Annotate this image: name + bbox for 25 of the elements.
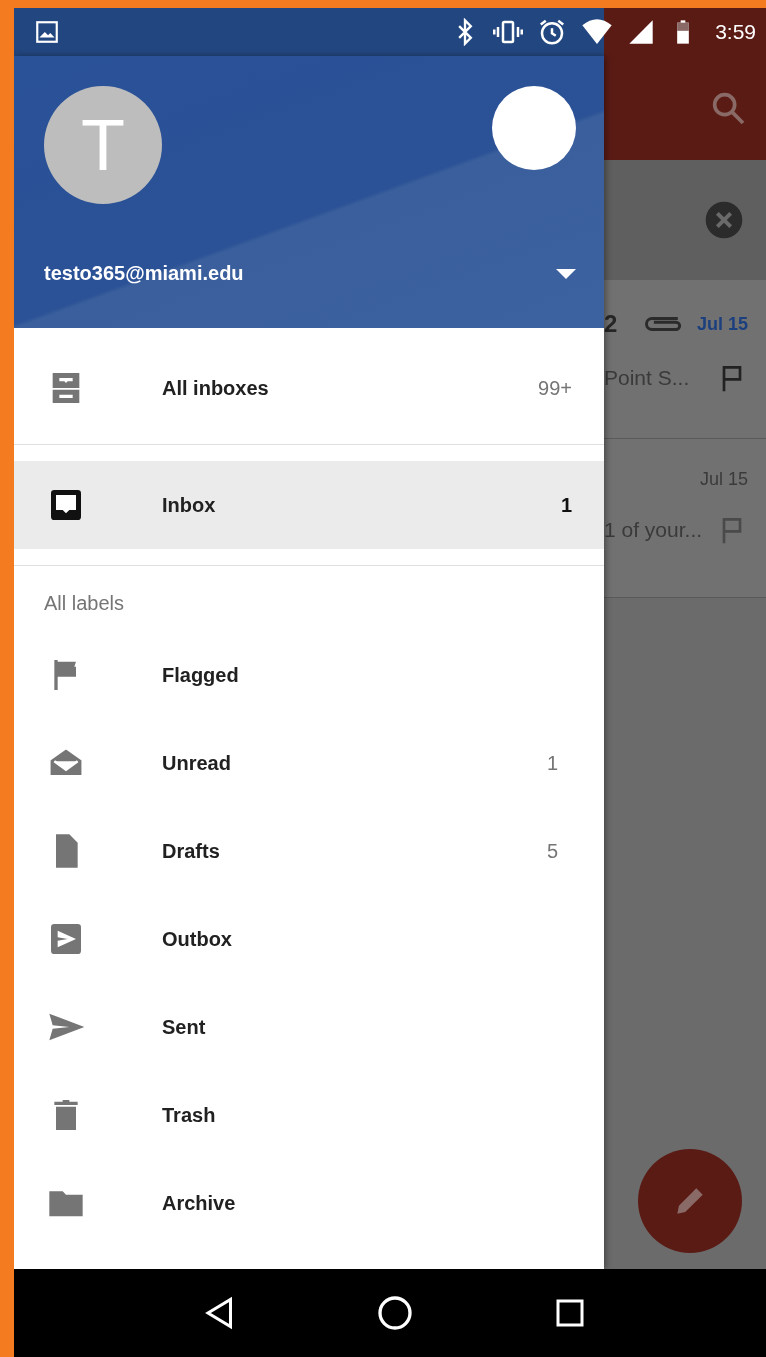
unread-count: 5 (546, 839, 558, 863)
label-item[interactable]: Drafts 5 (14, 807, 604, 895)
unread-count: 1 (546, 751, 558, 775)
signal-icon (627, 18, 656, 46)
status-time: 3:59 (715, 20, 756, 44)
sender-text: 2 (604, 310, 618, 338)
label-item[interactable]: Flagged (14, 631, 604, 719)
home-circle-icon (375, 1293, 415, 1333)
section-heading: All labels (43, 591, 126, 616)
message-snippet: Point S... (604, 366, 690, 390)
label-item[interactable]: Unread 1 (14, 719, 604, 807)
message-date: Jul 15 (697, 313, 749, 335)
close-icon (704, 200, 745, 240)
label-item[interactable]: Archive (14, 1159, 604, 1247)
mailbox-item[interactable]: Inbox 1 (14, 461, 604, 549)
label-item[interactable]: Sent (14, 983, 604, 1071)
dropdown-caret-icon (556, 268, 576, 279)
image-icon (34, 19, 60, 45)
label-item[interactable]: Trash (14, 1071, 604, 1159)
home-button[interactable] (375, 1293, 415, 1333)
mailbox-item[interactable]: All inboxes 99+ (14, 340, 604, 436)
unread-count: 1 (560, 493, 572, 517)
account-email: testo365@miami.edu (44, 262, 244, 285)
unread-count: 99+ (538, 376, 572, 400)
label-item[interactable]: Outbox (14, 895, 604, 983)
